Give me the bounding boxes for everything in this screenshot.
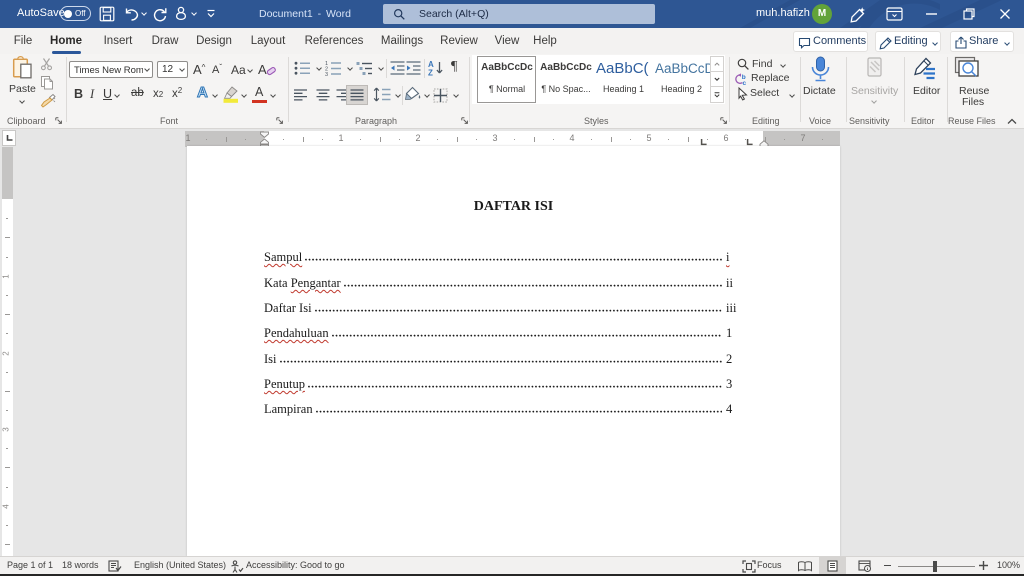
svg-text:Z: Z: [428, 69, 433, 78]
svg-text:c: c: [743, 80, 747, 87]
svg-text:3: 3: [325, 72, 328, 78]
